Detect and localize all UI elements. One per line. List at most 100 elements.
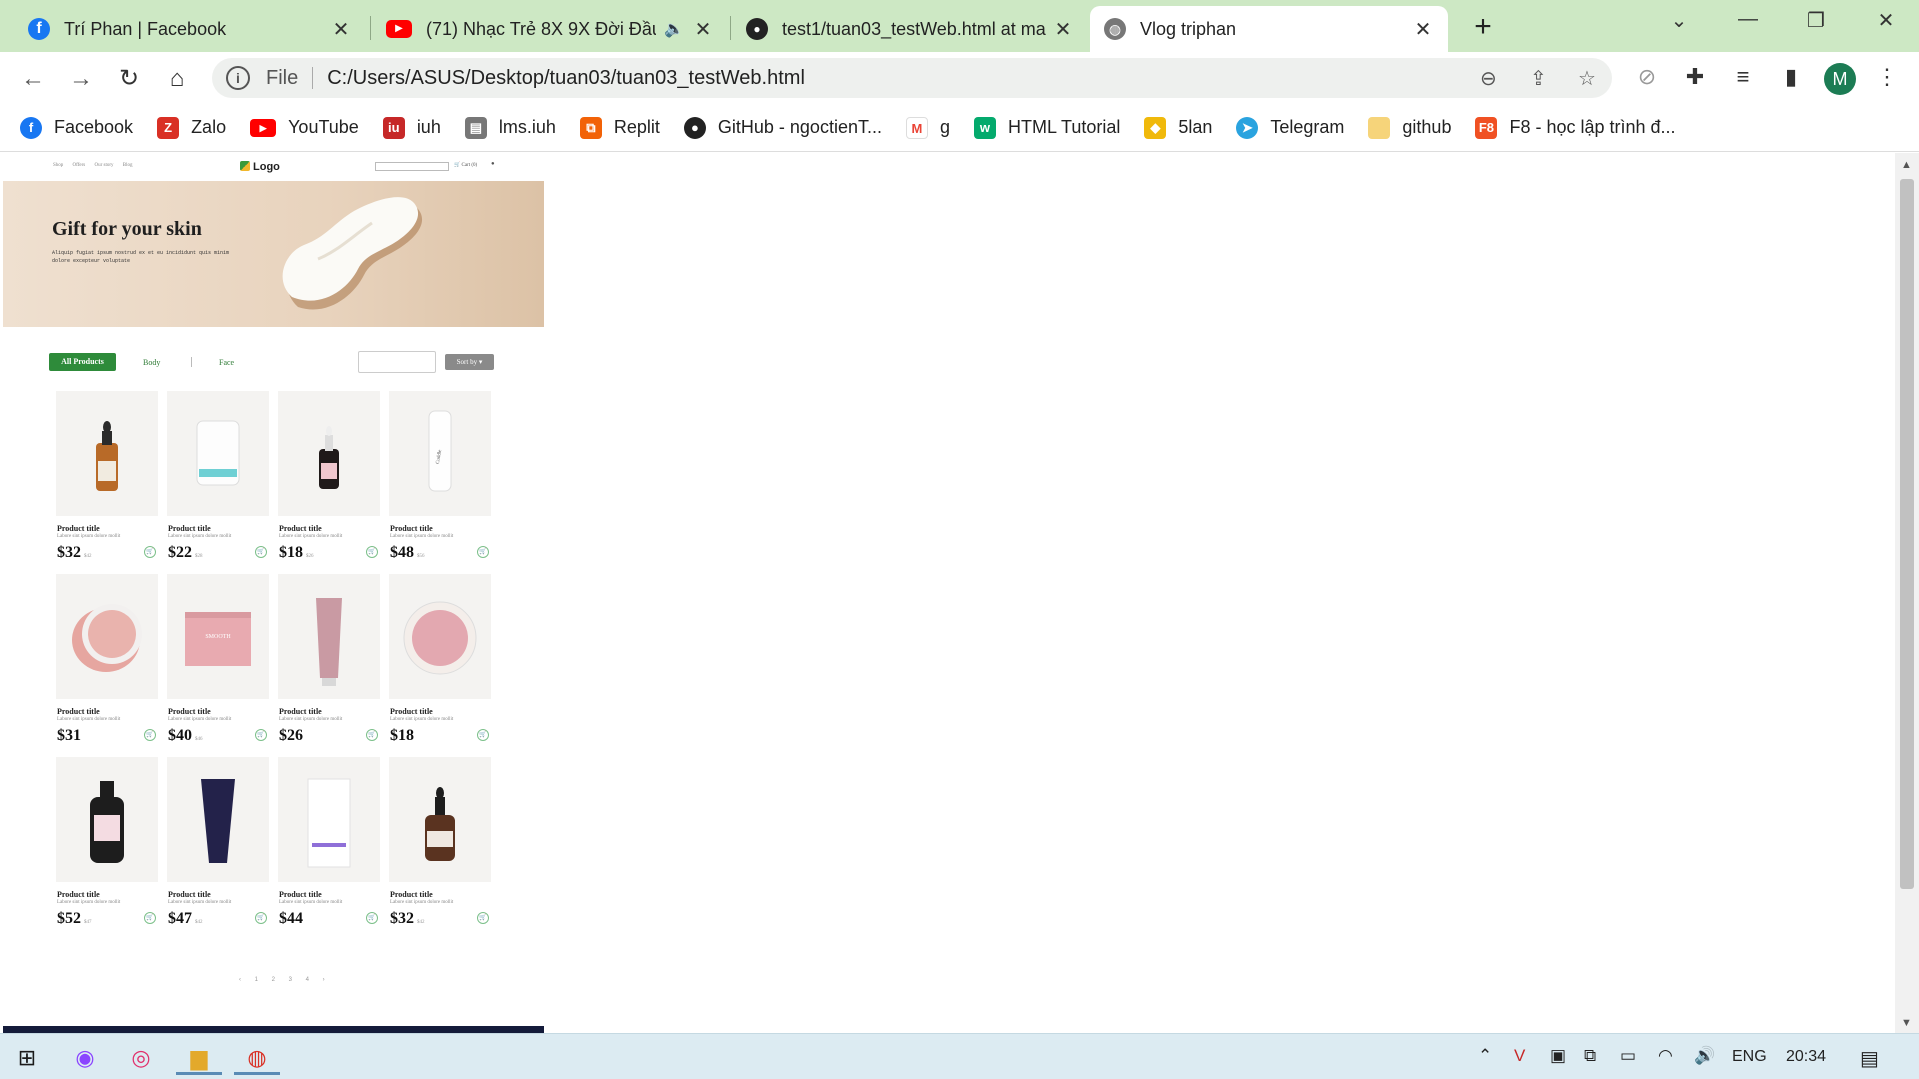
product-card[interactable]: Product title Labore sint ipsum dolore mo… xyxy=(389,757,491,927)
add-to-cart-icon[interactable]: 🛒 xyxy=(144,546,156,558)
filter-all-products-button[interactable]: All Products xyxy=(49,353,116,371)
media-control-icon[interactable]: ≡ xyxy=(1728,64,1758,90)
close-tab-icon[interactable]: ✕ xyxy=(1052,17,1074,42)
product-card[interactable]: Product title Labore sint ipsum dolore mo… xyxy=(167,391,269,561)
product-title[interactable]: Product title xyxy=(390,707,433,716)
new-tab-button[interactable]: + xyxy=(1468,10,1498,44)
bookmark-youtube[interactable]: ▶ YouTube xyxy=(250,117,359,138)
scroll-down-icon[interactable]: ▼ xyxy=(1901,1017,1912,1029)
product-image[interactable] xyxy=(389,574,491,699)
nav-link-offers[interactable]: Offers xyxy=(73,163,86,168)
zoom-icon[interactable]: ⊖ xyxy=(1480,66,1497,91)
volume-icon[interactable]: 🔊 xyxy=(1694,1046,1715,1066)
product-card[interactable]: Product title Labore sint ipsum dolore mo… xyxy=(56,391,158,561)
product-title[interactable]: Product title xyxy=(390,890,433,899)
product-card[interactable]: Product title Labore sint ipsum dolore mo… xyxy=(56,574,158,744)
bookmark-iuh[interactable]: iu iuh xyxy=(382,116,441,139)
close-window-button[interactable]: ✕ xyxy=(1866,8,1906,33)
add-to-cart-icon[interactable]: 🛒 xyxy=(366,912,378,924)
speaker-icon[interactable]: 🔈 xyxy=(664,19,684,39)
minimize-button[interactable]: — xyxy=(1728,8,1768,31)
product-image[interactable] xyxy=(389,757,491,882)
add-to-cart-icon[interactable]: 🛒 xyxy=(477,912,489,924)
url-text[interactable]: C:/Users/ASUS/Desktop/tuan03/tuan03_test… xyxy=(327,67,805,90)
product-card[interactable]: Product title Labore sint ipsum dolore mo… xyxy=(278,757,380,927)
user-icon[interactable]: ● xyxy=(491,161,495,167)
share-icon[interactable]: ⇪ xyxy=(1530,66,1547,91)
home-icon[interactable]: ⌂ xyxy=(162,64,192,94)
bookmark-html-tutorial[interactable]: w HTML Tutorial xyxy=(973,116,1120,139)
add-to-cart-icon[interactable]: 🛒 xyxy=(477,729,489,741)
bookmark-github-ngoctien[interactable]: ● GitHub - ngoctienT... xyxy=(683,116,882,139)
product-title[interactable]: Product title xyxy=(168,707,211,716)
instagram-icon[interactable]: ◎ xyxy=(118,1041,164,1075)
product-card[interactable]: Product title Labore sint ipsum dolore mo… xyxy=(389,574,491,744)
add-to-cart-icon[interactable]: 🛒 xyxy=(144,912,156,924)
scroll-up-icon[interactable]: ▲ xyxy=(1901,159,1912,171)
product-image[interactable] xyxy=(278,574,380,699)
battery-icon[interactable]: ▭ xyxy=(1620,1046,1636,1066)
tray-overflow-icon[interactable]: ⌃ xyxy=(1478,1046,1492,1066)
product-title[interactable]: Product title xyxy=(57,707,100,716)
product-card[interactable]: Product title Labore sint ipsum dolore mo… xyxy=(167,757,269,927)
pagination[interactable]: ‹ 1 2 3 4 › xyxy=(239,977,331,983)
product-image[interactable]: SMOOTH xyxy=(167,574,269,699)
bookmark-star-icon[interactable]: ☆ xyxy=(1578,66,1596,91)
product-image[interactable] xyxy=(278,391,380,516)
sort-by-button[interactable]: Sort by ▾ xyxy=(445,354,494,370)
language-indicator[interactable]: ENG xyxy=(1732,1048,1767,1066)
add-to-cart-icon[interactable]: 🛒 xyxy=(366,729,378,741)
bookmark-replit[interactable]: ⧉ Replit xyxy=(579,116,660,139)
close-tab-icon[interactable]: ✕ xyxy=(692,17,714,42)
windows-start-icon[interactable]: ⊞ xyxy=(4,1041,50,1075)
product-title[interactable]: Product title xyxy=(279,707,322,716)
filter-body-tab[interactable]: Body xyxy=(143,358,160,367)
product-title[interactable]: Product title xyxy=(279,890,322,899)
add-to-cart-icon[interactable]: 🛒 xyxy=(144,729,156,741)
messenger-icon[interactable]: ◉ xyxy=(62,1041,108,1075)
notification-center-icon[interactable]: ▤ xyxy=(1860,1046,1879,1071)
bookmark-5lan[interactable]: ◆ 5lan xyxy=(1144,116,1212,139)
compass-extension-icon[interactable]: ⊘ xyxy=(1632,64,1662,90)
bookmark-lms-iuh[interactable]: ▤ lms.iuh xyxy=(464,116,556,139)
product-title[interactable]: Product title xyxy=(279,524,322,533)
reload-icon[interactable]: ↻ xyxy=(114,64,144,94)
add-to-cart-icon[interactable]: 🛒 xyxy=(255,546,267,558)
clock[interactable]: 20:34 xyxy=(1786,1048,1826,1066)
meet-now-icon[interactable]: ▣ xyxy=(1550,1046,1566,1066)
add-to-cart-icon[interactable]: 🛒 xyxy=(366,546,378,558)
product-title[interactable]: Product title xyxy=(57,524,100,533)
bookmark-telegram[interactable]: ➤ Telegram xyxy=(1236,116,1344,139)
page-scrollbar[interactable]: ▲ ▼ xyxy=(1895,153,1919,1033)
close-tab-icon[interactable]: ✕ xyxy=(1412,17,1434,42)
chrome-icon[interactable]: ◍ xyxy=(234,1041,280,1075)
product-image[interactable] xyxy=(167,757,269,882)
product-title[interactable]: Product title xyxy=(57,890,100,899)
back-icon[interactable]: ← xyxy=(18,64,48,94)
bookmark-zalo[interactable]: Z Zalo xyxy=(157,116,226,139)
site-info-icon[interactable]: i xyxy=(226,66,250,90)
product-card[interactable]: Product title Labore sint ipsum dolore mo… xyxy=(56,757,158,927)
nav-link-our-story[interactable]: Our story xyxy=(94,163,113,168)
product-image[interactable] xyxy=(56,391,158,516)
nav-link-blog[interactable]: Blog xyxy=(123,163,133,168)
add-to-cart-icon[interactable]: 🛒 xyxy=(477,546,489,558)
extensions-icon[interactable]: ✚ xyxy=(1680,64,1710,90)
tab-github[interactable]: ● test1/tuan03_testWeb.html at ma ✕ xyxy=(732,6,1088,52)
add-to-cart-icon[interactable]: 🛒 xyxy=(255,912,267,924)
product-card[interactable]: SMOOTH Product title Labore sint ipsum dol… xyxy=(167,574,269,744)
screen-capture-icon[interactable]: ⧉ xyxy=(1584,1046,1596,1066)
file-explorer-icon[interactable]: ▆ xyxy=(176,1041,222,1075)
nav-link-shop[interactable]: Shop xyxy=(53,163,63,168)
tab-search-icon[interactable]: ⌄ xyxy=(1659,8,1699,33)
site-search-input[interactable] xyxy=(375,162,449,171)
product-image[interactable] xyxy=(56,574,158,699)
product-image[interactable] xyxy=(278,757,380,882)
menu-kebab-icon[interactable]: ⋮ xyxy=(1872,64,1902,90)
product-image[interactable] xyxy=(167,391,269,516)
antivirus-tray-icon[interactable]: V xyxy=(1514,1046,1525,1066)
bookmark-gmail[interactable]: Mg xyxy=(905,116,950,139)
site-cart-link[interactable]: 🛒 Cart (0) xyxy=(454,162,477,168)
scrollbar-thumb[interactable] xyxy=(1900,179,1914,889)
product-card[interactable]: Product title Labore sint ipsum dolore mo… xyxy=(278,574,380,744)
